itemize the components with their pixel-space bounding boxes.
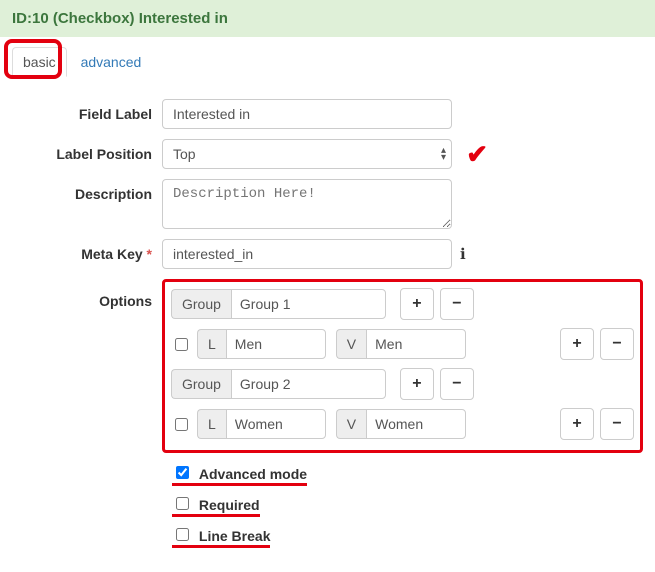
input-group-name[interactable]: [231, 369, 386, 399]
annotation-options-highlight: Group + − L V + −: [162, 279, 643, 453]
addon-l: L: [197, 329, 226, 359]
input-option-label[interactable]: [226, 329, 326, 359]
add-option-button[interactable]: +: [560, 408, 594, 440]
panel-title: ID:10 (Checkbox) Interested in: [12, 10, 228, 27]
label-label-position: Label Position: [12, 139, 162, 162]
checkbox-line-break[interactable]: [176, 528, 189, 541]
input-field-label[interactable]: [162, 99, 452, 129]
input-group-name[interactable]: [231, 289, 386, 319]
label-required: Required: [199, 497, 260, 513]
required-row: Required: [172, 494, 643, 517]
input-option-label[interactable]: [226, 409, 326, 439]
checkbox-advanced-mode[interactable]: [176, 466, 189, 479]
required-star-icon: *: [147, 246, 152, 262]
label-advanced-mode: Advanced mode: [199, 466, 307, 482]
advanced-mode-row: Advanced mode: [172, 463, 643, 486]
label-description: Description: [12, 179, 162, 202]
option-item-row: L V + −: [171, 328, 634, 360]
label-line-break: Line Break: [199, 528, 271, 544]
textarea-description[interactable]: [162, 179, 452, 229]
label-meta-key: Meta Key *: [12, 239, 162, 262]
addon-v: V: [336, 409, 366, 439]
remove-option-button[interactable]: −: [600, 328, 634, 360]
option-group-row: Group + −: [171, 368, 634, 400]
tabs: basic advanced: [0, 37, 655, 83]
checkbox-required[interactable]: [176, 497, 189, 510]
input-option-value[interactable]: [366, 409, 466, 439]
addon-l: L: [197, 409, 226, 439]
line-break-row: Line Break: [172, 525, 643, 548]
addon-group: Group: [171, 289, 231, 319]
add-group-button[interactable]: +: [400, 288, 434, 320]
input-option-value[interactable]: [366, 329, 466, 359]
add-group-button[interactable]: +: [400, 368, 434, 400]
tab-basic[interactable]: basic: [12, 47, 67, 77]
info-icon[interactable]: ℹ: [460, 245, 466, 263]
remove-group-button[interactable]: −: [440, 368, 474, 400]
option-item-row: L V + −: [171, 408, 634, 440]
add-option-button[interactable]: +: [560, 328, 594, 360]
label-field-label: Field Label: [12, 99, 162, 122]
option-group-row: Group + −: [171, 288, 634, 320]
option-default-checkbox[interactable]: [175, 418, 188, 431]
label-options: Options: [12, 279, 162, 309]
select-label-position[interactable]: Top: [162, 139, 452, 169]
remove-group-button[interactable]: −: [440, 288, 474, 320]
input-meta-key[interactable]: [162, 239, 452, 269]
tab-advanced[interactable]: advanced: [71, 48, 152, 76]
addon-group: Group: [171, 369, 231, 399]
panel-header: ID:10 (Checkbox) Interested in: [0, 0, 655, 37]
addon-v: V: [336, 329, 366, 359]
annotation-check-mark: ✔: [466, 139, 488, 170]
remove-option-button[interactable]: −: [600, 408, 634, 440]
option-default-checkbox[interactable]: [175, 338, 188, 351]
